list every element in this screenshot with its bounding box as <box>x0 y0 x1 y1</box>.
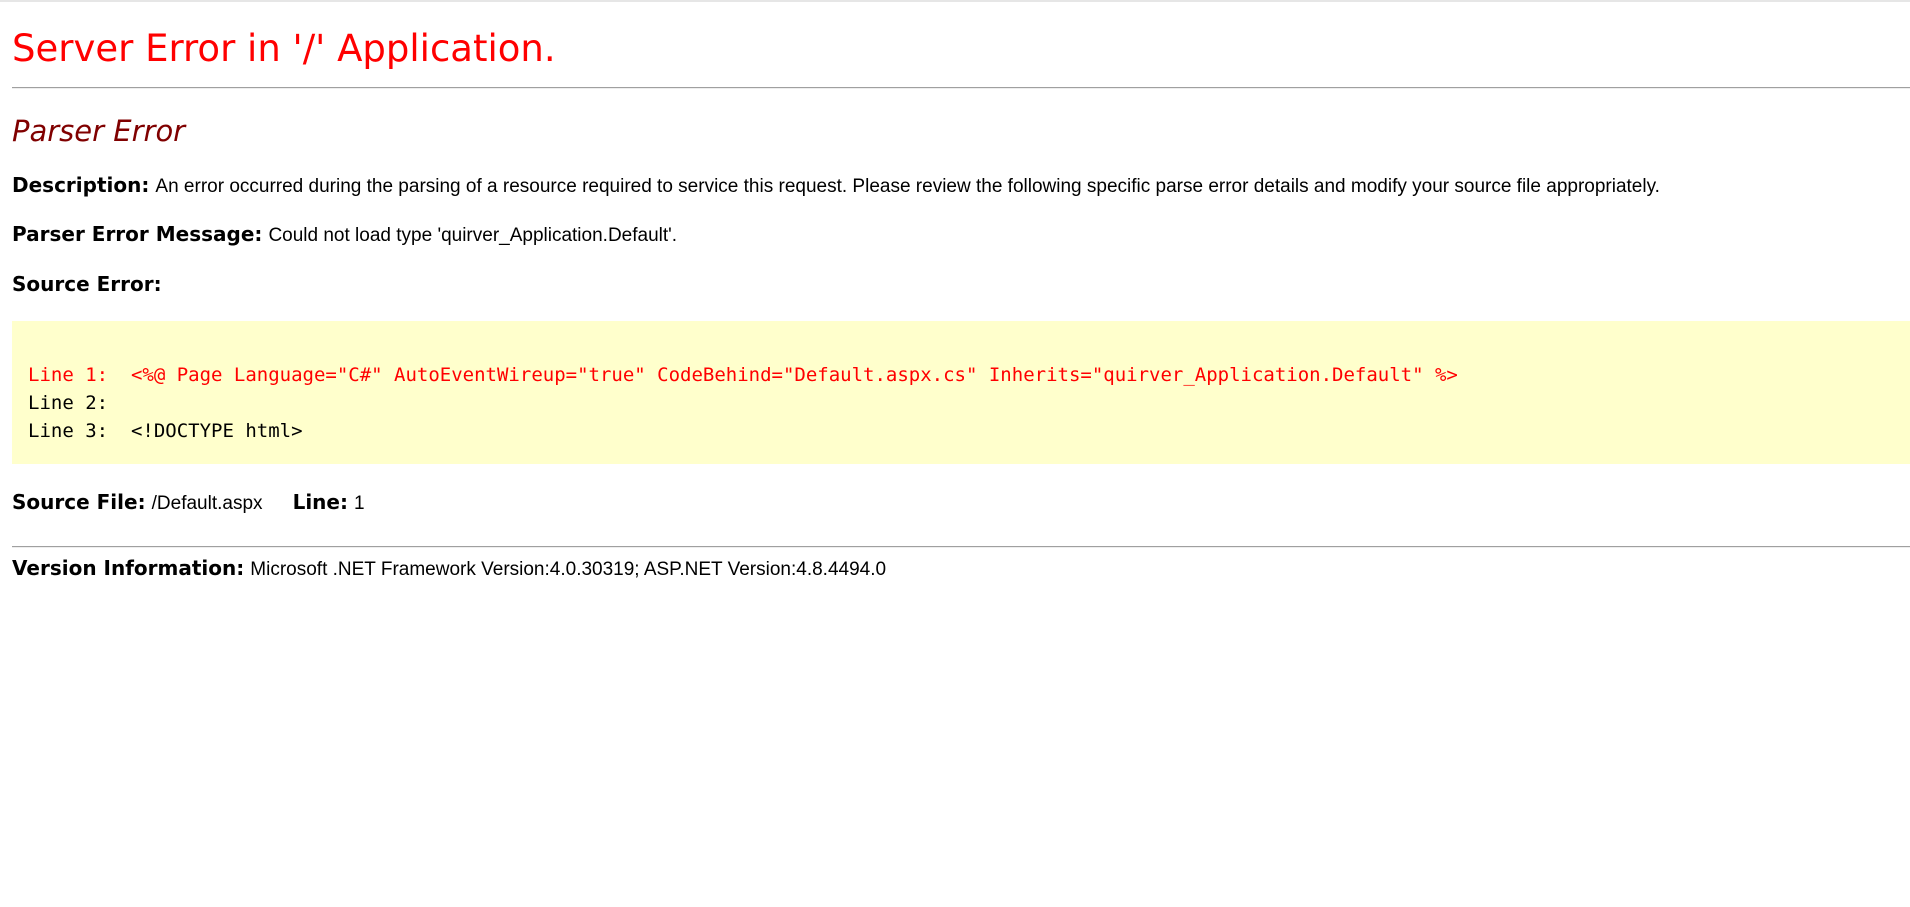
source-file-row: Source File: /Default.aspx Line: 1 <box>12 489 365 517</box>
description-row: Description: An error occurred during th… <box>12 172 1660 200</box>
version-row: Version Information: Microsoft .NET Fram… <box>12 555 886 583</box>
parser-message-label: Parser Error Message: <box>12 222 263 246</box>
code-line: Line 1: <%@ Page Language="C#" AutoEvent… <box>28 364 1458 386</box>
page-title: Server Error in '/' Application. <box>12 27 556 70</box>
description-text: An error occurred during the parsing of … <box>155 176 1660 197</box>
source-error-label: Source Error: <box>12 272 162 296</box>
line-label: Line: <box>292 490 348 514</box>
source-error-row: Source Error: <box>12 271 162 298</box>
parser-message-text: Could not load type 'quirver_Application… <box>268 225 678 246</box>
source-file-value: /Default.aspx <box>151 493 263 514</box>
description-label: Description: <box>12 173 150 197</box>
version-label: Version Information: <box>12 556 245 580</box>
source-file-label: Source File: <box>12 490 146 514</box>
code-line: Line 3: <!DOCTYPE html> <box>28 420 303 442</box>
parser-message-row: Parser Error Message: Could not load typ… <box>12 221 677 249</box>
top-border <box>0 0 1910 2</box>
version-text: Microsoft .NET Framework Version:4.0.303… <box>250 559 887 580</box>
code-line: Line 2: <box>28 392 109 414</box>
source-code-block: Line 1: <%@ Page Language="C#" AutoEvent… <box>12 321 1910 464</box>
error-type-heading: Parser Error <box>12 114 186 148</box>
line-value: 1 <box>354 493 365 514</box>
title-divider <box>12 87 1910 89</box>
version-divider <box>12 546 1910 548</box>
